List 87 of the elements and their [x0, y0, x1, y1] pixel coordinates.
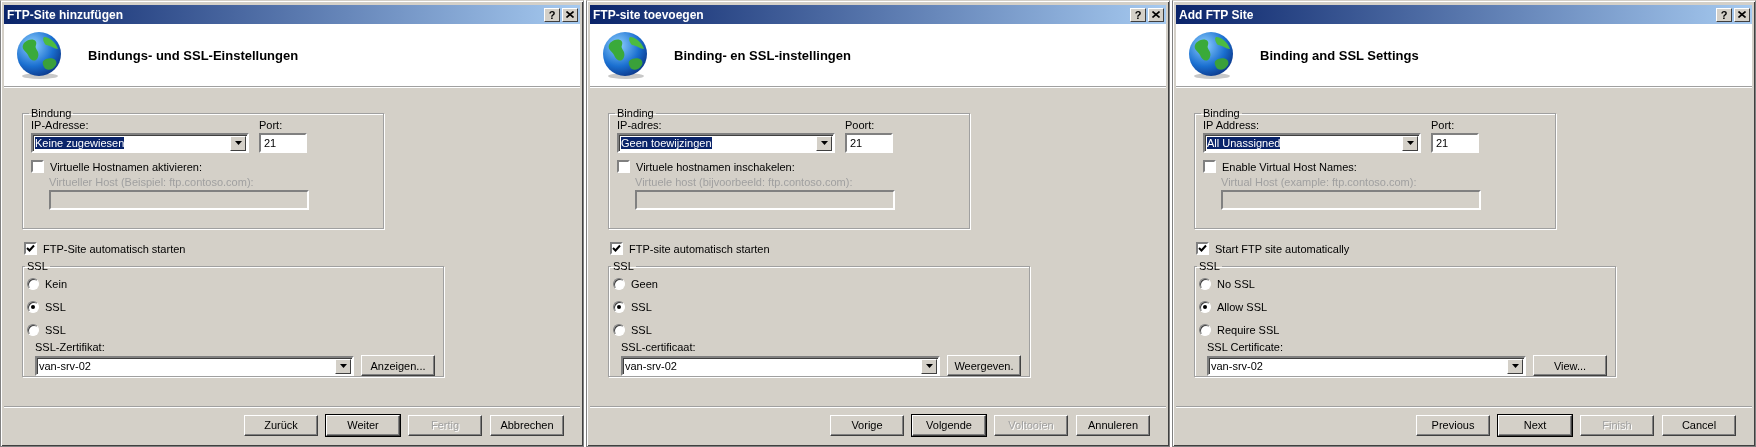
window-title: FTP-Site hinzufügen — [7, 7, 124, 22]
field-label: SSL-Zertifikat: — [35, 341, 106, 353]
checkbox-label: FTP-site automatisch starten — [629, 242, 770, 255]
close-icon — [566, 11, 574, 18]
checkbox[interactable] — [617, 160, 630, 173]
radio-label: Allow SSL — [1217, 300, 1268, 313]
field-label: Poort: — [845, 119, 876, 131]
group-label: SSL — [26, 260, 49, 272]
close-icon — [1738, 11, 1746, 18]
field-label: Port: — [259, 119, 284, 131]
radio-button[interactable] — [613, 277, 625, 290]
close-button[interactable] — [1148, 7, 1164, 22]
check-icon — [26, 244, 35, 253]
radio-button[interactable] — [613, 323, 625, 336]
window-title: FTP-site toevoegen — [593, 7, 705, 22]
group-label: Binding — [616, 107, 655, 119]
globe-icon — [1188, 31, 1234, 79]
radio-label: SSL — [45, 300, 66, 313]
radio-label: SSL — [45, 323, 66, 336]
ip-address-dropdown[interactable]: Geen toewijzingen — [617, 133, 835, 153]
help-button[interactable]: ? — [1716, 7, 1732, 22]
wizard-button[interactable]: Weiter — [326, 414, 400, 436]
close-button[interactable] — [562, 7, 578, 22]
group-label: Binding — [1202, 107, 1241, 119]
page-heading: Binding- en SSL-instellingen — [674, 47, 851, 63]
checkbox[interactable] — [31, 160, 44, 173]
wizard-button[interactable]: Vorige — [830, 414, 904, 436]
close-button[interactable] — [1734, 7, 1750, 22]
field-label: Port: — [1431, 119, 1456, 131]
globe-icon — [16, 31, 62, 79]
radio-button[interactable] — [1199, 277, 1211, 290]
window-title: Add FTP Site — [1179, 7, 1255, 22]
help-button[interactable]: ? — [1130, 7, 1146, 22]
field-label: IP-Adresse: — [31, 119, 90, 131]
certificate-dropdown[interactable]: van-srv-02 — [35, 356, 354, 376]
check-icon — [612, 244, 621, 253]
radio-label: Kein — [45, 277, 68, 290]
field-label: SSL Certificate: — [1207, 341, 1284, 353]
field-label: IP-adres: — [617, 119, 663, 131]
view-button[interactable]: View... — [1533, 355, 1607, 376]
globe-icon — [602, 31, 648, 79]
dropdown-arrow-icon — [1406, 141, 1414, 145]
port-field[interactable]: 21 — [1431, 133, 1479, 153]
ip-address-dropdown[interactable]: Keine zugewiesen — [31, 133, 249, 153]
checkbox-label: FTP-Site automatisch starten — [43, 242, 186, 255]
radio-label: Geen — [631, 277, 658, 290]
checkbox-label: Virtuelle Hostnamen aktivieren: — [50, 160, 203, 173]
wizard-button[interactable]: Cancel — [1662, 414, 1736, 436]
close-icon — [1152, 11, 1160, 18]
checkbox[interactable] — [1196, 242, 1209, 255]
checkbox[interactable] — [24, 242, 37, 255]
radio-label: SSL — [631, 300, 652, 313]
page-heading: Binding and SSL Settings — [1260, 47, 1419, 63]
dropdown-arrow-icon — [820, 141, 828, 145]
radio-label: SSL — [631, 323, 652, 336]
field-label: IP Address: — [1203, 119, 1261, 131]
certificate-dropdown[interactable]: van-srv-02 — [621, 356, 940, 376]
dropdown-arrow-icon — [339, 364, 347, 368]
group-label: SSL — [612, 260, 635, 272]
field-label: SSL-certificaat: — [621, 341, 697, 353]
group-label: Bindung — [30, 107, 73, 119]
dropdown-arrow-icon — [925, 364, 933, 368]
dropdown-arrow-icon — [234, 141, 242, 145]
port-field[interactable]: 21 — [845, 133, 893, 153]
checkbox[interactable] — [1203, 160, 1216, 173]
wizard-button[interactable]: Previous — [1416, 414, 1490, 436]
radio-label: No SSL — [1217, 277, 1255, 290]
wizard-button[interactable]: Next — [1498, 414, 1572, 436]
view-button[interactable]: Weergeven. — [947, 355, 1021, 376]
certificate-dropdown[interactable]: van-srv-02 — [1207, 356, 1526, 376]
wizard-button[interactable]: Abbrechen — [490, 414, 564, 436]
ip-address-dropdown[interactable]: All Unassigned — [1203, 133, 1421, 153]
checkbox-label: Start FTP site automatically — [1215, 242, 1350, 255]
checkbox[interactable] — [610, 242, 623, 255]
port-field[interactable]: 21 — [259, 133, 307, 153]
group-label: SSL — [1198, 260, 1221, 272]
view-button[interactable]: Anzeigen... — [361, 355, 435, 376]
checkbox-label: Enable Virtual Host Names: — [1222, 160, 1357, 173]
help-button[interactable]: ? — [544, 7, 560, 22]
wizard-button[interactable]: Annuleren — [1076, 414, 1150, 436]
wizard-button[interactable]: Zurück — [244, 414, 318, 436]
page-heading: Bindungs- und SSL-Einstellungen — [88, 47, 299, 63]
check-icon — [1198, 244, 1207, 253]
dropdown-arrow-icon — [1511, 364, 1519, 368]
checkbox-label: Virtuele hostnamen inschakelen: — [636, 160, 795, 173]
radio-label: Require SSL — [1217, 323, 1280, 336]
wizard-button[interactable]: Volgende — [912, 414, 986, 436]
